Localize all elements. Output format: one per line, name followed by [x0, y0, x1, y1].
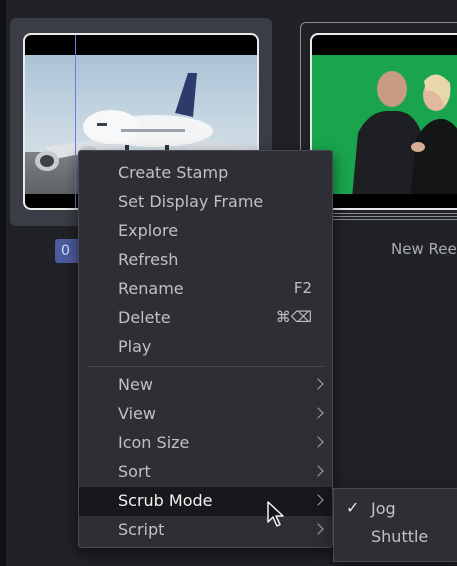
menu-separator [87, 366, 324, 367]
submenu-item-label: Jog [371, 499, 396, 518]
menu-item-script[interactable]: Script [79, 516, 332, 545]
menu-item-label: New [118, 375, 153, 394]
menu-item-refresh[interactable]: Refresh [79, 246, 332, 275]
menu-item-explore[interactable]: Explore [79, 217, 332, 246]
chevron-right-icon [312, 523, 324, 535]
thumbnail-image [312, 55, 457, 194]
mouse-pointer-icon [267, 501, 284, 527]
submenu-item-shuttle[interactable]: Shuttle [334, 523, 457, 551]
menu-item-create-stamp[interactable]: Create Stamp [79, 159, 332, 188]
menu-item-label: Delete [118, 308, 171, 327]
menu-item-label: Sort [118, 462, 151, 481]
menu-item-label: Play [118, 337, 152, 356]
menu-item-label: Script [118, 520, 165, 539]
bin-name-label[interactable]: New Ree [391, 240, 457, 258]
menu-item-label: View [118, 404, 156, 423]
menu-item-label: Icon Size [118, 433, 190, 452]
menu-item-view[interactable]: View [79, 400, 332, 429]
menu-item-rename[interactable]: Rename F2 [79, 275, 332, 304]
greenscreen-image [352, 71, 457, 194]
chevron-right-icon [312, 465, 324, 477]
menu-item-icon-size[interactable]: Icon Size [79, 429, 332, 458]
menu-item-set-display-frame[interactable]: Set Display Frame [79, 188, 332, 217]
chevron-right-icon [312, 378, 324, 390]
context-menu: Create Stamp Set Display Frame Explore R… [78, 150, 333, 548]
panel-edge [0, 0, 6, 566]
chevron-right-icon [312, 494, 324, 506]
menu-item-label: Set Display Frame [118, 192, 264, 211]
scrub-mode-submenu: ✓ Jog Shuttle [333, 488, 457, 562]
shortcut-label: ⌘⌫ [275, 308, 312, 326]
chevron-right-icon [312, 407, 324, 419]
menu-item-delete[interactable]: Delete ⌘⌫ [79, 304, 332, 333]
submenu-item-jog[interactable]: ✓ Jog [334, 495, 457, 523]
menu-item-label: Explore [118, 221, 179, 240]
scrub-playhead[interactable] [75, 35, 76, 208]
menu-item-new[interactable]: New [79, 371, 332, 400]
menu-item-label: Refresh [118, 250, 179, 269]
menu-item-play[interactable]: Play [79, 333, 332, 362]
menu-item-label: Create Stamp [118, 163, 229, 182]
chevron-right-icon [312, 436, 324, 448]
menu-item-label: Scrub Mode [118, 491, 213, 510]
menu-item-sort[interactable]: Sort [79, 458, 332, 487]
menu-item-scrub-mode[interactable]: Scrub Mode [79, 487, 332, 516]
submenu-item-label: Shuttle [371, 527, 429, 546]
shortcut-label: F2 [293, 279, 312, 297]
menu-item-label: Rename [118, 279, 184, 298]
checkmark-icon: ✓ [346, 498, 360, 517]
media-pool-area: 0 New Ree Create Stamp Set Display Frame… [0, 0, 457, 566]
